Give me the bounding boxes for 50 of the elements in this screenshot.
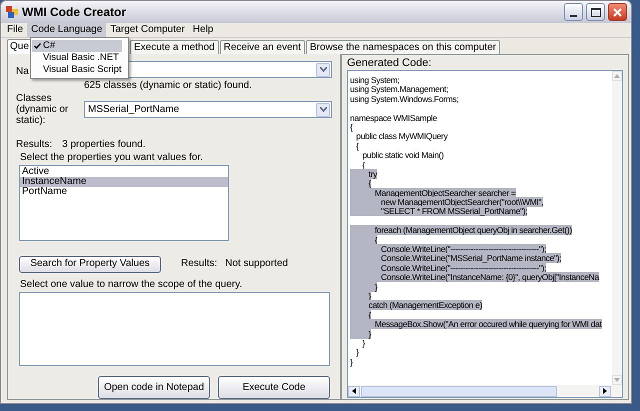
list-item[interactable]: InstanceName (20, 177, 228, 187)
tab[interactable]: Execute a method (130, 40, 219, 54)
class-count-text: 625 classes (dynamic or static) found. (84, 80, 253, 92)
menu-option[interactable]: C# (32, 40, 122, 52)
results-label: Results: (181, 258, 218, 270)
tab[interactable]: Receive an event (220, 40, 305, 54)
classes-dropdown[interactable]: MSSerial_PortName (84, 101, 332, 118)
code-line: public static void Main() (361, 150, 444, 160)
action-button[interactable]: Open code in Notepad (98, 376, 210, 399)
menu-option[interactable]: Visual Basic .NET (32, 52, 122, 64)
scroll-left-icon[interactable] (348, 386, 360, 396)
results-text: Not supported (225, 258, 288, 270)
code-line: { (355, 140, 359, 151)
close-button[interactable] (608, 3, 627, 21)
code-title: Generated Code: (347, 57, 432, 70)
maximize-button[interactable] (586, 3, 605, 21)
checkmark-icon (34, 43, 41, 49)
menu-item[interactable]: Target Computer (106, 23, 189, 37)
code-line: using System.Windows.Forms; (350, 94, 459, 104)
code-line: using System; (350, 75, 400, 85)
results-label: Results: (16, 139, 52, 151)
code-line: using System.Management; (350, 84, 448, 94)
code-line: } (350, 356, 353, 367)
menu-item[interactable]: File (3, 23, 28, 37)
list-item[interactable]: Active (20, 167, 228, 177)
scroll-right-icon[interactable] (599, 386, 611, 396)
menu-option[interactable]: Visual Basic Script (32, 64, 122, 76)
tab[interactable]: Browse the namespaces on this computer (306, 40, 500, 54)
horizontal-scrollbar[interactable] (348, 385, 622, 397)
values-prompt: Select one value to narrow the scope of the query. (20, 278, 244, 291)
app-icon (5, 5, 19, 19)
namespace-label: Na (16, 66, 29, 76)
code-line: namespace WMISample (350, 112, 437, 123)
classes-label: Classes (dynamic or static): (16, 93, 70, 126)
scroll-thumb[interactable] (361, 386, 557, 396)
properties-prompt: Select the properties you want values for. (20, 152, 204, 164)
code-line: } (355, 347, 359, 358)
results-text: 3 properties found. (62, 139, 146, 151)
code-line: { (350, 122, 353, 132)
code-line: public class MyWMIQuery (355, 131, 448, 142)
search-button[interactable]: Search for Property Values (19, 256, 161, 273)
menu-item[interactable]: Code Language (27, 23, 106, 37)
minimize-button[interactable] (564, 3, 583, 21)
list-item[interactable]: PortName (20, 187, 228, 197)
action-button[interactable]: Execute Code (218, 376, 330, 399)
window-title: WMI Code Creator (22, 5, 128, 19)
code-line: } (361, 338, 365, 348)
menu-item[interactable]: Help (188, 23, 218, 37)
close-icon (613, 8, 622, 16)
combo-value: MSSerial_PortName (87, 104, 180, 116)
